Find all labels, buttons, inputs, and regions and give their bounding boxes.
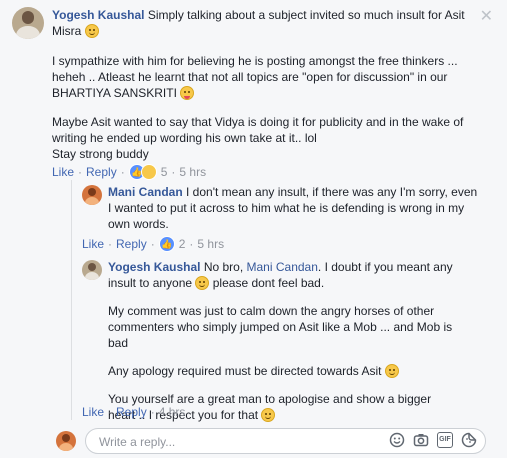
avatar[interactable] [82, 260, 102, 280]
comment: Mani Candan I don't mean any insult, if … [108, 184, 478, 236]
comment-text: Maybe Asit wanted to say that Vidya is d… [52, 115, 464, 145]
avatar[interactable] [82, 185, 102, 205]
comment-text: Stay strong buddy [52, 147, 149, 161]
composer-icons: GIF [389, 432, 477, 448]
comment: Yogesh Kaushal Simply talking about a su… [52, 7, 477, 180]
current-user-avatar [56, 431, 76, 451]
like-link[interactable]: Like [52, 164, 74, 180]
comment-text: Any apology required must be directed to… [108, 364, 382, 378]
timestamp[interactable]: 4 hrs [159, 405, 186, 419]
comment-actions: Like · Reply · 4 hrs [82, 405, 186, 419]
comment-author[interactable]: Mani Candan [108, 185, 183, 199]
comment-text: please dont feel bad. [212, 276, 325, 290]
mention-link[interactable]: Mani Candan [247, 260, 318, 274]
comment-actions: Like · Reply · 👍 2 · 5 hrs [82, 236, 225, 252]
reply-composer[interactable]: GIF [85, 428, 486, 454]
comment-text: No bro, [203, 260, 244, 274]
thread-divider [71, 180, 72, 420]
comment-text: My comment was just to calm down the ang… [108, 304, 453, 350]
reaction-count[interactable]: 2 [179, 237, 186, 251]
close-icon[interactable]: ✕ [480, 6, 493, 26]
tongue-emoji-icon [180, 86, 195, 100]
haha-reaction-icon [140, 164, 157, 180]
reactions[interactable]: 👍 [158, 236, 175, 252]
reply-link[interactable]: Reply [116, 237, 147, 251]
sticker-icon[interactable] [461, 432, 477, 448]
like-link[interactable]: Like [82, 237, 104, 251]
timestamp[interactable]: 5 hrs [179, 164, 206, 180]
comment-actions: Like · Reply · 👍 5 · 5 hrs [52, 164, 207, 180]
emoji-icon[interactable] [389, 432, 405, 448]
timestamp[interactable]: 5 hrs [197, 237, 224, 251]
smile-emoji-icon [84, 24, 99, 38]
comment-text: I sympathize with him for believing he i… [52, 54, 458, 100]
smile-emoji-icon [384, 364, 399, 378]
reaction-count[interactable]: 5 [161, 164, 168, 180]
like-link[interactable]: Like [82, 405, 104, 419]
reply-link[interactable]: Reply [86, 164, 117, 180]
camera-icon[interactable] [413, 432, 429, 448]
comment: Yogesh Kaushal No bro, Mani Candan. I do… [108, 259, 453, 423]
reactions[interactable]: 👍 [128, 164, 157, 180]
gif-icon[interactable]: GIF [437, 432, 453, 448]
comment-author[interactable]: Yogesh Kaushal [52, 8, 144, 22]
reply-link[interactable]: Reply [116, 405, 147, 419]
avatar[interactable] [12, 7, 44, 39]
smile-emoji-icon [261, 408, 276, 422]
like-reaction-icon: 👍 [158, 236, 175, 252]
reply-input[interactable] [97, 434, 351, 450]
comment-author[interactable]: Yogesh Kaushal [108, 260, 200, 274]
smile-emoji-icon [195, 276, 210, 290]
